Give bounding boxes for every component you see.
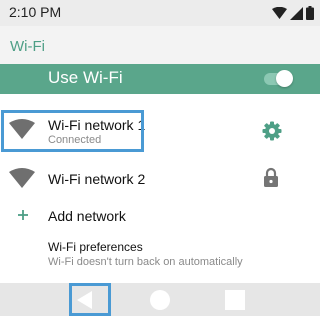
gear-icon[interactable]	[262, 121, 282, 141]
preferences-summary: Wi-Fi doesn't turn back on automatically	[48, 256, 243, 268]
title-bar: Wi-Fi	[0, 26, 320, 64]
status-time: 2:10 PM	[9, 4, 62, 20]
wifi-signal-icon	[9, 168, 35, 188]
battery-icon	[306, 6, 314, 20]
use-wifi-label: Use Wi-Fi	[48, 68, 123, 87]
focus-highlight	[69, 283, 111, 316]
add-network-label: Add network	[48, 208, 126, 224]
focus-highlight	[1, 110, 144, 152]
page-title: Wi-Fi	[10, 38, 45, 55]
plus-icon	[18, 210, 28, 220]
status-icons	[272, 6, 314, 20]
nav-bar	[0, 283, 320, 316]
network-name: Wi-Fi network 2	[48, 171, 146, 187]
cellular-signal-icon	[290, 6, 303, 20]
use-wifi-row[interactable]: Use Wi-Fi	[0, 64, 320, 94]
network-row-2[interactable]: Wi-Fi network 2	[0, 162, 320, 196]
status-bar: 2:10 PM	[0, 0, 320, 26]
wifi-signal-icon	[272, 7, 287, 19]
lock-icon	[264, 167, 278, 187]
preferences-title: Wi-Fi preferences	[48, 240, 143, 254]
switch-thumb	[276, 70, 293, 87]
wifi-preferences-row[interactable]: Wi-Fi preferences Wi-Fi doesn't turn bac…	[0, 236, 320, 274]
recents-icon[interactable]	[225, 290, 245, 310]
use-wifi-switch[interactable]	[262, 70, 294, 87]
home-icon[interactable]	[149, 289, 171, 311]
add-network-row[interactable]: Add network	[0, 202, 320, 230]
